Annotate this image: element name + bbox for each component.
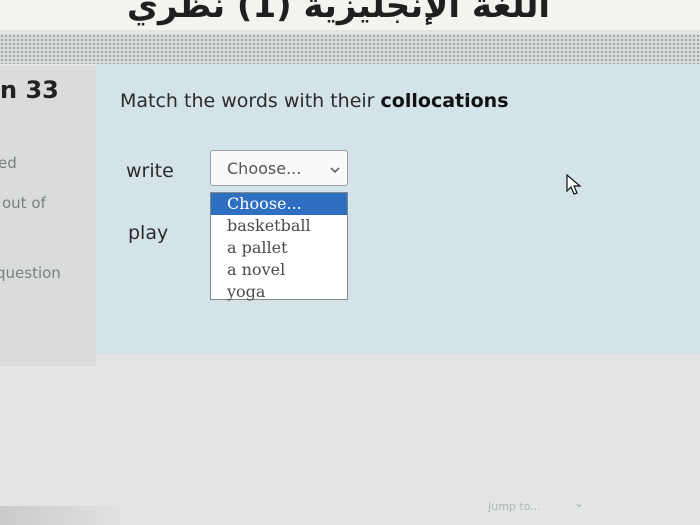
question-status: ed — [0, 154, 17, 172]
dropdown-option-a-pallet[interactable]: a pallet — [211, 237, 347, 259]
match-label-write: write — [126, 160, 174, 182]
dropdown-option-choose[interactable]: Choose... — [211, 193, 347, 215]
jump-chevron-icon: ⌄ — [574, 496, 585, 510]
cursor-arrow-icon — [566, 173, 582, 200]
match-label-play: play — [128, 222, 169, 244]
page-banner: اللغة الإنجليزية (1) نظري — [0, 0, 700, 30]
collocation-select-write[interactable]: Choose... — [210, 150, 348, 186]
banner-divider — [0, 34, 700, 64]
question-number: n 33 — [0, 76, 59, 104]
prompt-bold-word: collocations — [380, 90, 509, 112]
select-current-value: Choose... — [227, 159, 302, 178]
question-mark: out of — [2, 194, 46, 212]
collocation-dropdown-list: Choose... basketball a pallet a novel yo… — [210, 192, 348, 303]
jump-to-select[interactable]: Jump to... — [488, 500, 541, 513]
bottom-edge — [0, 506, 120, 525]
chevron-down-icon — [329, 161, 341, 180]
prompt-text: Match the words with their — [120, 90, 381, 112]
dropdown-option-basketball[interactable]: basketball — [211, 215, 347, 237]
dropdown-option-yoga[interactable]: yoga — [211, 281, 347, 303]
dropdown-option-a-novel[interactable]: a novel — [211, 259, 347, 281]
question-prompt: Match the words with their collocations — [120, 90, 509, 112]
question-info-panel: n 33 ed out of question — [0, 66, 96, 366]
flag-question-link[interactable]: question — [0, 264, 61, 282]
question-content: Match the words with their collocations … — [96, 64, 700, 354]
course-title: اللغة الإنجليزية (1) نظري — [126, 0, 550, 26]
